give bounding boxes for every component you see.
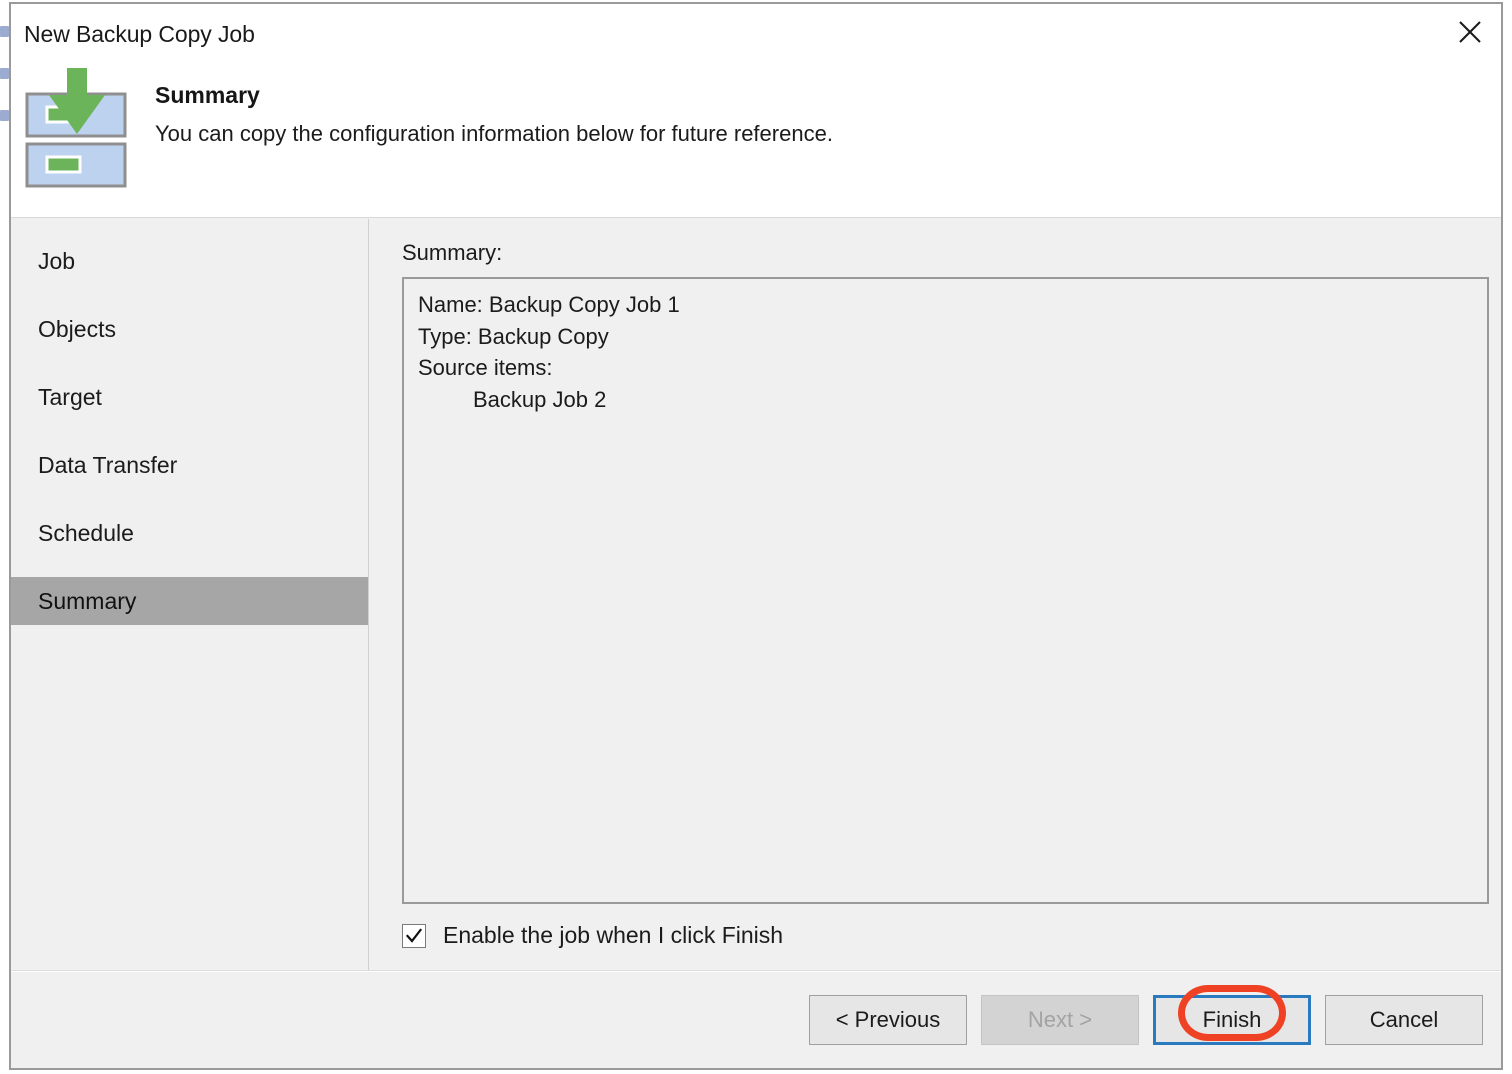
dialog-title-bar: New Backup Copy Job	[11, 4, 1501, 62]
finish-button[interactable]: Finish	[1153, 995, 1311, 1045]
header-heading: Summary	[155, 82, 260, 108]
sidebar-item-label: Data Transfer	[38, 451, 178, 478]
enable-job-checkbox[interactable]	[402, 923, 426, 948]
background-window-glyph	[0, 110, 9, 121]
next-button: Next >	[981, 995, 1139, 1045]
sidebar-item-schedule[interactable]: Schedule	[11, 509, 368, 557]
previous-button[interactable]: < Previous	[809, 995, 967, 1045]
sidebar-item-label: Target	[38, 383, 102, 410]
backup-copy-download-icon	[23, 68, 131, 188]
dialog-header: Summary You can copy the configuration i…	[11, 62, 1501, 218]
background-window-glyph	[0, 26, 9, 37]
dialog-title: New Backup Copy Job	[24, 21, 255, 47]
background-window-glyph	[0, 68, 9, 79]
enable-job-checkbox-label: Enable the job when I click Finish	[443, 922, 784, 948]
summary-label: Summary:	[402, 240, 503, 265]
sidebar-item-label: Schedule	[38, 519, 134, 546]
sidebar-item-job[interactable]: Job	[11, 237, 368, 285]
dialog-body: Job Objects Target Data Transfer Schedul…	[11, 219, 1501, 970]
dialog-footer: < Previous Next > Finish Cancel	[11, 972, 1501, 1068]
sidebar-item-data-transfer[interactable]: Data Transfer	[11, 441, 368, 489]
header-subtitle: You can copy the configuration informati…	[155, 121, 833, 146]
new-backup-copy-job-dialog: New Backup Copy Job Summary You can copy…	[9, 2, 1503, 1070]
enable-job-checkbox-row[interactable]: Enable the job when I click Finish	[402, 922, 783, 949]
cancel-button[interactable]: Cancel	[1325, 995, 1483, 1045]
sidebar-item-label: Objects	[38, 315, 116, 342]
sidebar-item-objects[interactable]: Objects	[11, 305, 368, 353]
summary-textbox-content: Name: Backup Copy Job 1 Type: Backup Cop…	[418, 292, 680, 412]
sidebar-item-target[interactable]: Target	[11, 373, 368, 421]
sidebar-item-label: Summary	[38, 587, 137, 614]
checkmark-icon	[405, 927, 423, 943]
sidebar-item-label: Job	[38, 247, 76, 274]
sidebar-item-summary[interactable]: Summary	[11, 577, 368, 625]
summary-panel: Summary: Name: Backup Copy Job 1 Type: B…	[369, 219, 1501, 970]
wizard-step-list: Job Objects Target Data Transfer Schedul…	[11, 219, 368, 970]
summary-textbox[interactable]: Name: Backup Copy Job 1 Type: Backup Cop…	[402, 277, 1489, 904]
close-icon[interactable]	[1439, 4, 1501, 60]
